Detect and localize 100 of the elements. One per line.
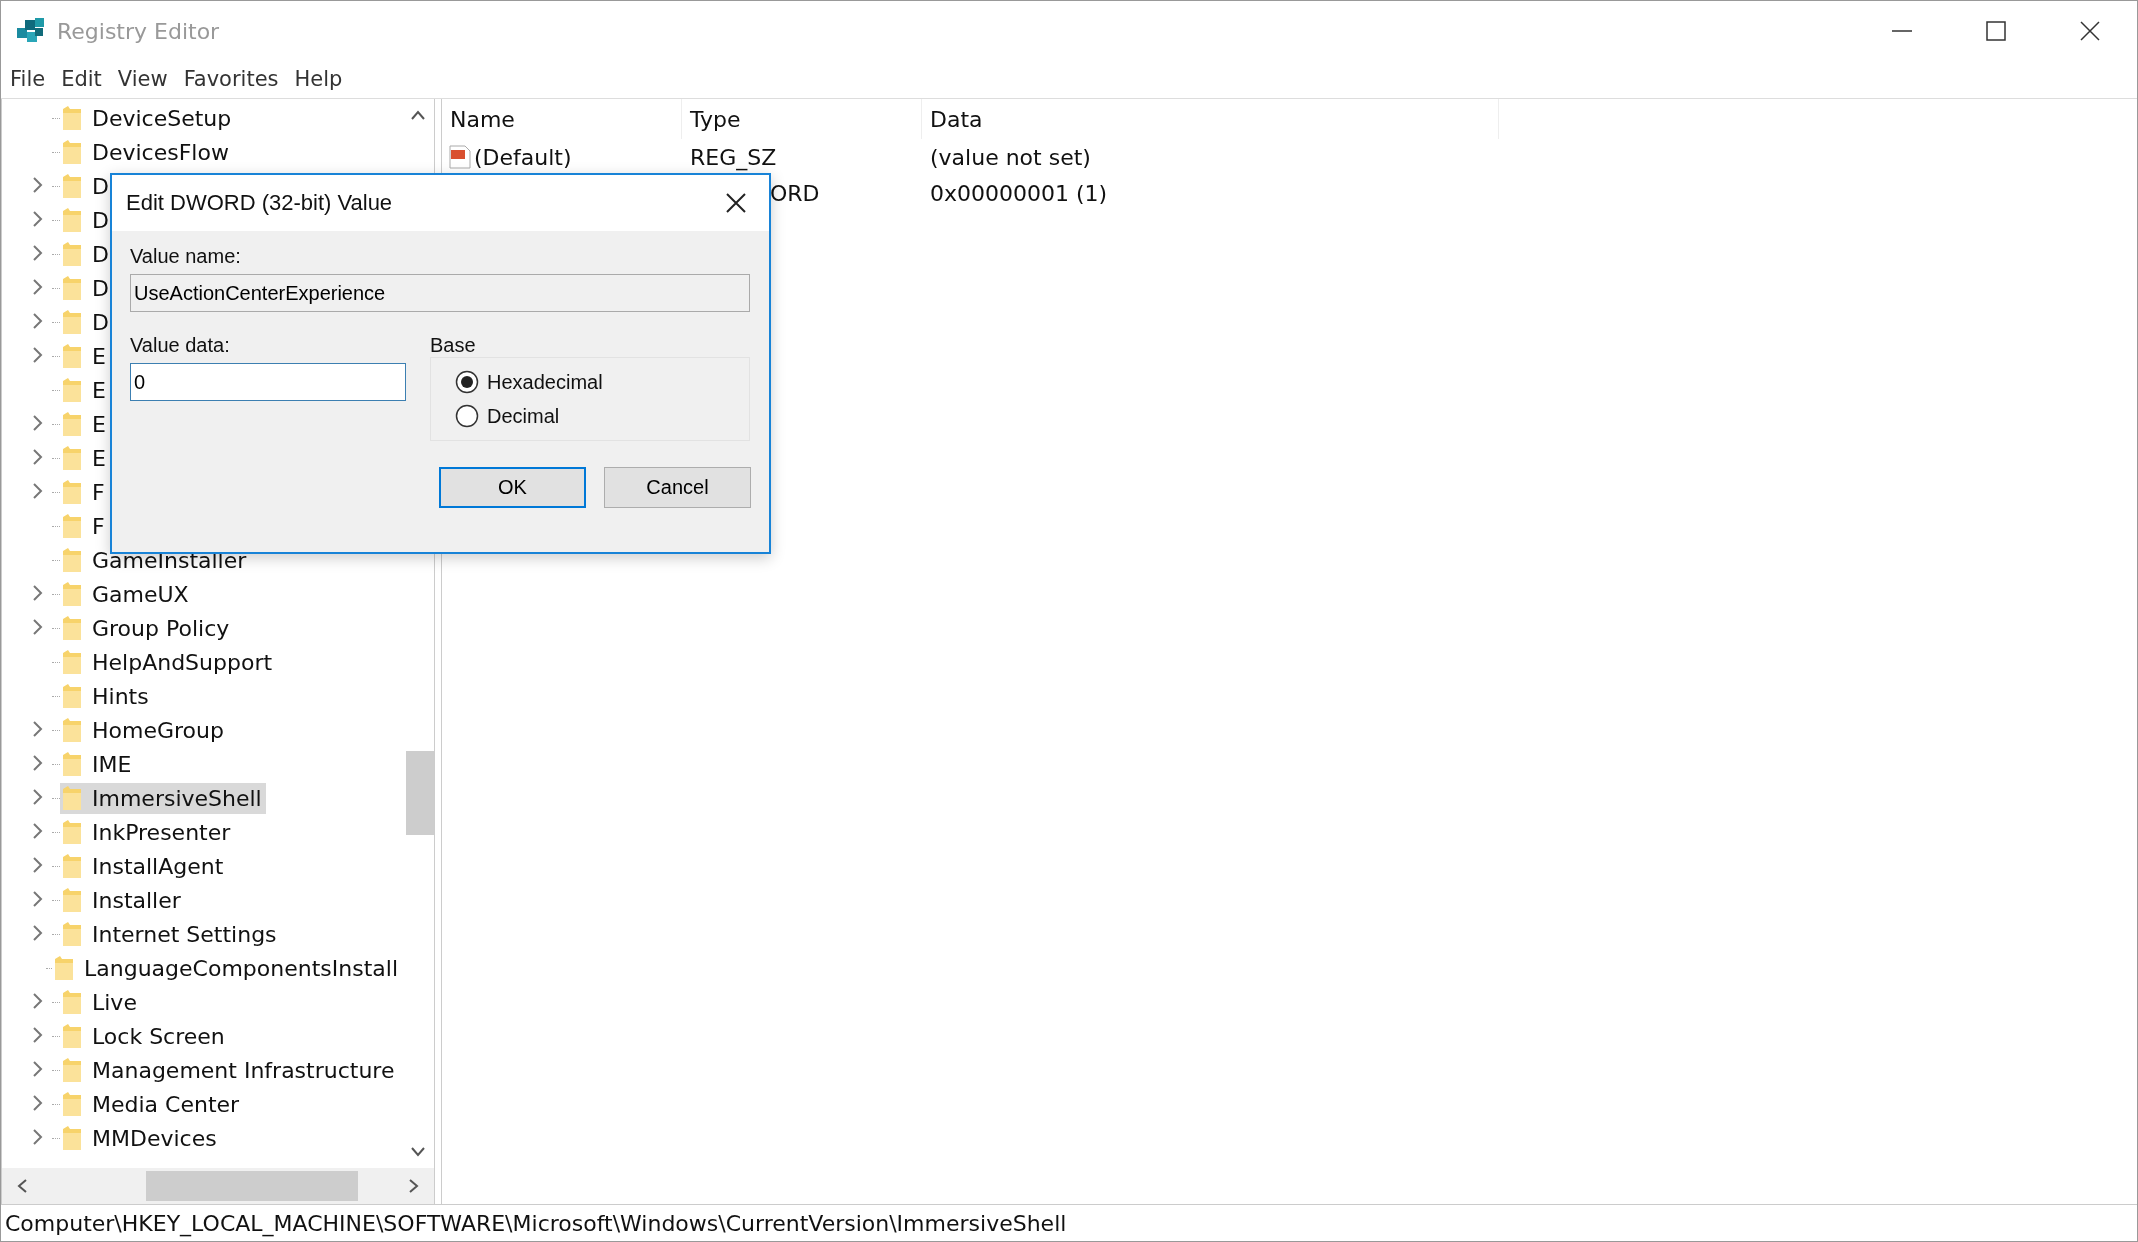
tree-item[interactable]: F: [60, 476, 109, 508]
chevron-right-icon[interactable]: [32, 278, 44, 296]
tree-item[interactable]: GameInstaller: [60, 544, 251, 576]
scroll-right-icon[interactable]: [408, 1178, 420, 1194]
chevron-right-icon[interactable]: [32, 346, 44, 364]
tree-item[interactable]: Management Infrastructure: [60, 1054, 399, 1086]
tree-item[interactable]: D: [60, 170, 113, 202]
folder-icon: [62, 785, 82, 811]
radio-button[interactable]: [455, 404, 479, 428]
folder-icon: [62, 411, 82, 437]
scroll-up-icon[interactable]: [410, 109, 426, 121]
field-label: Value name:: [130, 245, 242, 268]
folder-icon: [62, 241, 82, 267]
dialog-button[interactable]: OK: [439, 467, 586, 508]
tree-item[interactable]: E: [60, 374, 110, 406]
chevron-right-icon[interactable]: [32, 720, 44, 738]
close-icon[interactable]: [2079, 20, 2101, 42]
window-title: Registry Editor: [57, 18, 220, 44]
folder-icon: [62, 547, 82, 573]
tree-item[interactable]: HomeGroup: [60, 714, 228, 746]
column-header[interactable]: Type: [682, 99, 922, 139]
chevron-right-icon[interactable]: [32, 992, 44, 1010]
radio-option[interactable]: Decimal: [455, 404, 749, 428]
menu-item[interactable]: View: [117, 67, 168, 91]
radio-option[interactable]: Hexadecimal: [455, 370, 749, 394]
menu-item[interactable]: File: [10, 67, 46, 91]
tree-item[interactable]: InkPresenter: [60, 816, 235, 848]
folder-icon: [62, 343, 82, 369]
tree-item[interactable]: Live: [60, 986, 141, 1018]
chevron-right-icon[interactable]: [32, 618, 44, 636]
table-cell: (Default): [474, 144, 572, 170]
tree-item[interactable]: Media Center: [60, 1088, 244, 1120]
folder-icon: [62, 377, 82, 403]
tree-item[interactable]: MMDevices: [60, 1122, 221, 1154]
maximize-icon[interactable]: [1985, 20, 2007, 42]
folder-icon: [62, 581, 82, 607]
tree-item[interactable]: HelpAndSupport: [60, 646, 277, 678]
value-data-field[interactable]: 0: [130, 363, 406, 401]
chevron-right-icon[interactable]: [32, 856, 44, 874]
tree-item[interactable]: D: [60, 204, 113, 236]
scroll-left-icon[interactable]: [16, 1178, 28, 1194]
chevron-right-icon[interactable]: [32, 312, 44, 330]
value-name-field[interactable]: UseActionCenterExperience: [130, 274, 750, 312]
tree-item[interactable]: Internet Settings: [60, 918, 281, 950]
close-icon[interactable]: [725, 192, 747, 214]
string-value-icon: [448, 144, 472, 170]
chevron-right-icon[interactable]: [32, 244, 44, 262]
tree-item[interactable]: IME: [60, 748, 136, 780]
table-cell: REG_SZ: [690, 144, 777, 170]
chevron-right-icon[interactable]: [32, 210, 44, 228]
chevron-right-icon[interactable]: [32, 448, 44, 466]
menu-item[interactable]: Help: [294, 67, 343, 91]
tree-item[interactable]: D: [60, 238, 113, 270]
chevron-right-icon[interactable]: [32, 788, 44, 806]
chevron-right-icon[interactable]: [32, 1128, 44, 1146]
chevron-right-icon[interactable]: [32, 584, 44, 602]
radio-button[interactable]: [455, 370, 479, 394]
chevron-right-icon[interactable]: [32, 890, 44, 908]
menu-item[interactable]: Favorites: [183, 67, 279, 91]
chevron-right-icon[interactable]: [32, 924, 44, 942]
tree-item[interactable]: D: [60, 272, 113, 304]
folder-icon: [62, 139, 82, 165]
tree-item[interactable]: D: [60, 306, 113, 338]
chevron-right-icon[interactable]: [32, 1026, 44, 1044]
scroll-down-icon[interactable]: [410, 1146, 426, 1158]
chevron-right-icon[interactable]: [32, 1094, 44, 1112]
tree-item[interactable]: InstallAgent: [60, 850, 228, 882]
folder-icon: [62, 819, 82, 845]
tree-item[interactable]: F: [60, 510, 109, 542]
tree-item[interactable]: GameUX: [60, 578, 193, 610]
column-header[interactable]: Name: [442, 99, 682, 139]
tree-item[interactable]: DeviceSetup: [60, 102, 236, 134]
tree-item[interactable]: Lock Screen: [60, 1020, 229, 1052]
tree-item[interactable]: Installer: [60, 884, 185, 916]
tree-item[interactable]: Group Policy: [60, 612, 234, 644]
dialog-button[interactable]: Cancel: [604, 467, 751, 508]
folder-icon: [62, 751, 82, 777]
tree-item[interactable]: DevicesFlow: [60, 136, 233, 168]
tree-item[interactable]: E: [60, 442, 110, 474]
chevron-right-icon[interactable]: [32, 1060, 44, 1078]
chevron-right-icon[interactable]: [32, 176, 44, 194]
dialog-title: Edit DWORD (32-bit) Value: [126, 190, 393, 216]
tree-item[interactable]: E: [60, 408, 110, 440]
folder-icon: [62, 1023, 82, 1049]
chevron-right-icon[interactable]: [32, 482, 44, 500]
chevron-right-icon[interactable]: [32, 822, 44, 840]
tree-item[interactable]: E: [60, 340, 110, 372]
column-header[interactable]: Data: [922, 99, 1499, 139]
horizontal-scrollbar[interactable]: [2, 1168, 434, 1204]
tree-item[interactable]: ImmersiveShell: [60, 782, 266, 814]
chevron-right-icon[interactable]: [32, 754, 44, 772]
chevron-right-icon[interactable]: [32, 414, 44, 432]
folder-icon: [62, 717, 82, 743]
scrollbar-thumb[interactable]: [406, 751, 434, 835]
scrollbar-thumb[interactable]: [146, 1171, 358, 1201]
tree-item[interactable]: LanguageComponentsInstall: [52, 952, 402, 984]
menu-item[interactable]: Edit: [61, 67, 102, 91]
tree-item[interactable]: Hints: [60, 680, 153, 712]
folder-icon: [62, 445, 82, 471]
folder-icon: [62, 1057, 82, 1083]
